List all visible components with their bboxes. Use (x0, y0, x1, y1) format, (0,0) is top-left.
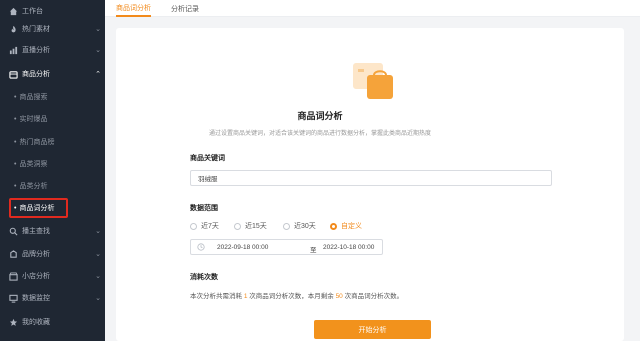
sidebar-item-label: 小店分析 (22, 273, 50, 280)
clock-icon (197, 243, 205, 253)
usage-label: 消耗次数 (190, 274, 218, 281)
sidebar-subitem-label: 商品搜索 (19, 94, 48, 101)
sidebar-item-hot-material[interactable]: 热门素材 ⌄ (0, 18, 105, 40)
sidebar: 工作台 热门素材 ⌄ 直播分析 ⌄ 商品分析 ⌃ • 商品搜索 • 实时爆品 •… (0, 0, 105, 341)
chevron-down-icon: ⌄ (95, 251, 101, 258)
highlight-box (9, 198, 68, 218)
radio-circle (190, 222, 197, 230)
brand-icon (8, 249, 18, 259)
monitor-icon (8, 293, 18, 303)
sidebar-item-brand-analysis[interactable]: 品牌分析 ⌄ (0, 243, 105, 265)
radio-circle (283, 222, 290, 230)
radio-custom[interactable]: 自定义 (330, 221, 362, 231)
sidebar-item-label: 工作台 (22, 8, 43, 15)
chevron-down-icon: ⌄ (95, 295, 101, 302)
sidebar-item-live-analysis[interactable]: 直播分析 ⌄ (0, 39, 105, 61)
chevron-down-icon: ⌄ (95, 47, 101, 54)
chevron-down-icon: ⌄ (95, 228, 101, 235)
radio-30days[interactable]: 近30天 (283, 221, 316, 231)
sidebar-item-favorites[interactable]: 我的收藏 (0, 311, 105, 333)
tab-bar: 商品词分析 分析记录 (105, 0, 640, 17)
sidebar-subitem-label: 热门商品榜 (19, 139, 55, 146)
sidebar-item-shop-analysis[interactable]: 小店分析 ⌄ (0, 265, 105, 287)
sidebar-subitem-product-search[interactable]: • 商品搜索 (0, 86, 105, 108)
shopping-bag-icon (353, 61, 395, 101)
sidebar-item-label: 数据监控 (22, 295, 50, 302)
remaining-count: 50 (335, 293, 343, 300)
bar-chart-icon (8, 45, 18, 55)
sidebar-item-label: 直播分析 (22, 47, 50, 54)
page-title: 商品词分析 (297, 111, 343, 121)
sidebar-subitem-label: 品类分析 (19, 183, 48, 190)
chevron-down-icon: ⌄ (95, 26, 101, 33)
sidebar-subitem-category-insight[interactable]: • 品类洞察 (0, 153, 105, 175)
radio-circle (234, 222, 241, 230)
sidebar-subitem-label: 品类洞察 (19, 161, 48, 168)
date-range-picker[interactable]: 2022-09-18 00:00 至 2022-10-18 00:00 (190, 239, 383, 255)
range-label: 数据范围 (190, 205, 218, 212)
shop-icon (8, 271, 18, 281)
sidebar-item-product-analysis[interactable]: 商品分析 ⌃ (0, 63, 105, 85)
radio-15days[interactable]: 近15天 (234, 221, 267, 231)
page-description: 通过设置商品关键词，对适合该关键词的商品进行数据分析，掌握此类商品近期热度 (208, 131, 431, 137)
home-icon (8, 6, 18, 16)
box-icon (8, 69, 18, 79)
sidebar-item-data-monitor[interactable]: 数据监控 ⌄ (0, 287, 105, 309)
search-icon (8, 226, 18, 236)
fire-icon (8, 24, 18, 34)
sidebar-item-label: 我的收藏 (22, 319, 50, 326)
date-end[interactable]: 2022-10-18 00:00 (323, 244, 374, 251)
usage-text: 本次分析共需消耗 1 次商品词分析次数，本月剩余 50 次商品词分析次数。 (190, 293, 404, 300)
date-separator: 至 (310, 247, 317, 254)
sidebar-item-label: 播主查找 (22, 228, 50, 235)
tab-analysis-records[interactable]: 分析记录 (171, 0, 199, 17)
keyword-label: 商品关键词 (190, 155, 225, 162)
start-analysis-button[interactable]: 开始分析 (314, 320, 431, 339)
sidebar-subitem-category-analysis[interactable]: • 品类分析 (0, 175, 105, 197)
sidebar-item-label: 品牌分析 (22, 251, 50, 258)
keyword-input[interactable]: 羽绒服 (190, 170, 552, 186)
sidebar-item-label: 热门素材 (22, 26, 50, 33)
radio-7days[interactable]: 近7天 (190, 221, 219, 231)
chevron-down-icon: ⌄ (95, 273, 101, 280)
sidebar-item-streamer-search[interactable]: 播主查找 ⌄ (0, 220, 105, 242)
chevron-up-icon: ⌃ (95, 71, 101, 78)
date-start[interactable]: 2022-09-18 00:00 (217, 244, 268, 251)
star-icon (8, 317, 18, 327)
tab-keyword-analysis[interactable]: 商品词分析 (116, 0, 151, 17)
radio-circle (330, 222, 337, 230)
sidebar-item-label: 商品分析 (22, 71, 50, 78)
